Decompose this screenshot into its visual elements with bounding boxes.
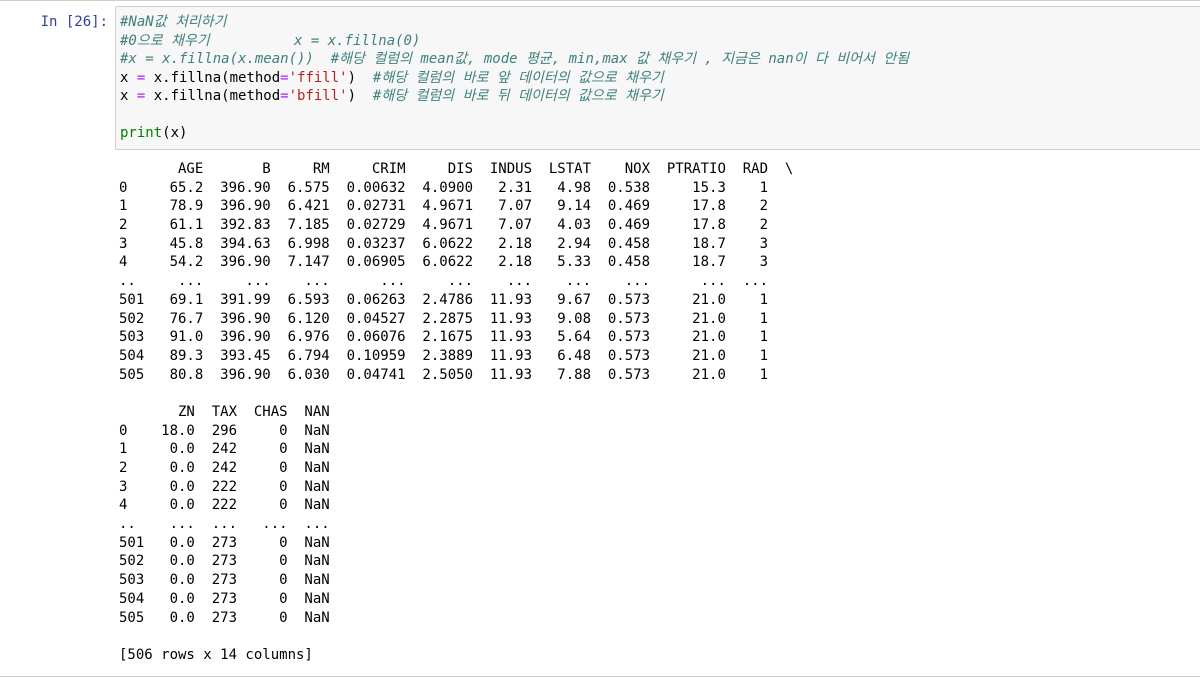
input-prompt: In [26]:	[40, 14, 108, 30]
cell-output: AGE B RM CRIM DIS INDUS LSTAT NOX PTRATI…	[119, 160, 793, 665]
output-line: 504 89.3 393.45 6.794 0.10959 2.3889 11.…	[119, 347, 769, 364]
output-line: 502 0.0 273 0 NaN	[119, 553, 330, 570]
output-line: 502 76.7 396.90 6.120 0.04527 2.2875 11.…	[119, 310, 769, 327]
output-line: 501 69.1 391.99 6.593 0.06263 2.4786 11.…	[119, 291, 769, 308]
output-line: 503 91.0 396.90 6.976 0.06076 2.1675 11.…	[119, 329, 769, 346]
code-token: #해당 컬럼의 바로 앞 데이터의 값으로 채우기	[372, 69, 664, 86]
code-token: =	[280, 69, 289, 86]
output-line: 503 0.0 273 0 NaN	[119, 572, 330, 589]
output-line: 504 0.0 273 0 NaN	[119, 590, 330, 607]
code-token: print	[120, 125, 163, 141]
code-line[interactable]: #0으로 채우기 x = x.fillna(0)	[120, 32, 909, 51]
code-token: x.fillna(method	[145, 69, 281, 86]
code-token: x	[120, 69, 137, 86]
code-line[interactable]: x = x.fillna(method='bfill') #해당 컬럼의 바로 …	[120, 87, 909, 106]
output-line: 4 0.0 222 0 NaN	[119, 497, 330, 514]
next-cell-border	[0, 676, 1200, 677]
output-line: [506 rows x 14 columns]	[119, 646, 313, 663]
code-token: #NaN값 처리하기	[120, 14, 227, 30]
code-token: (x)	[162, 125, 188, 141]
output-line: 4 54.2 396.90 7.147 0.06905 6.0622 2.18 …	[119, 254, 769, 271]
output-line: 3 45.8 394.63 6.998 0.03237 6.0622 2.18 …	[119, 235, 769, 252]
output-line: 505 0.0 273 0 NaN	[119, 609, 330, 626]
output-line: AGE B RM CRIM DIS INDUS LSTAT NOX PTRATI…	[119, 161, 794, 177]
output-line: ZN TAX CHAS NAN	[119, 403, 330, 420]
code-line[interactable]: #NaN값 처리하기	[120, 13, 909, 32]
output-line: 0 18.0 296 0 NaN	[119, 422, 330, 439]
code-token: x.fillna(method	[145, 88, 281, 104]
output-line: .. ... ... ... ... ... ... ... ... ... .…	[119, 273, 769, 290]
code-line[interactable]: x = x.fillna(method='ffill') #해당 컬럼의 바로 …	[120, 69, 909, 88]
code-token: #해당 컬럼의 바로 뒤 데이터의 값으로 채우기	[372, 88, 664, 104]
output-line: 501 0.0 273 0 NaN	[119, 534, 330, 551]
code-input-area[interactable]: #NaN값 처리하기 #0으로 채우기 x = x.fillna(0) #x = x…	[115, 6, 1200, 150]
output-line: .. ... ... ... ...	[119, 516, 330, 533]
output-line: 1 78.9 396.90 6.421 0.02731 4.9671 7.07 …	[119, 198, 769, 215]
code-token: x	[120, 88, 137, 104]
code-token: )	[347, 88, 373, 104]
code-token: )	[347, 69, 373, 86]
output-line: 2 0.0 242 0 NaN	[119, 460, 330, 476]
cell-top-border	[0, 0, 1200, 1]
code-token: =	[280, 88, 289, 104]
output-line: 0 65.2 396.90 6.575 0.00632 4.0900 2.31 …	[119, 179, 769, 196]
code-token: 'ffill'	[288, 69, 348, 86]
code-line[interactable]: #x = x.fillna(x.mean()) #해당 컬럼의 mean값, m…	[120, 50, 909, 69]
code-token: 'bfill'	[288, 88, 348, 104]
code-token: #0으로 채우기 x = x.fillna(0)	[120, 32, 421, 49]
output-line: 1 0.0 242 0 NaN	[119, 441, 330, 458]
code-editor[interactable]: #NaN값 처리하기 #0으로 채우기 x = x.fillna(0) #x = x…	[120, 13, 909, 143]
code-token: #x = x.fillna(x.mean()) #해당 컬럼의 mean값, m…	[120, 51, 910, 67]
output-line: 505 80.8 396.90 6.030 0.04741 2.5050 11.…	[119, 366, 769, 383]
output-line: 3 0.0 222 0 NaN	[119, 478, 330, 495]
code-line[interactable]: print(x)	[120, 124, 909, 143]
code-line[interactable]	[120, 106, 909, 125]
output-line: 2 61.1 392.83 7.185 0.02729 4.9671 7.07 …	[119, 217, 769, 234]
